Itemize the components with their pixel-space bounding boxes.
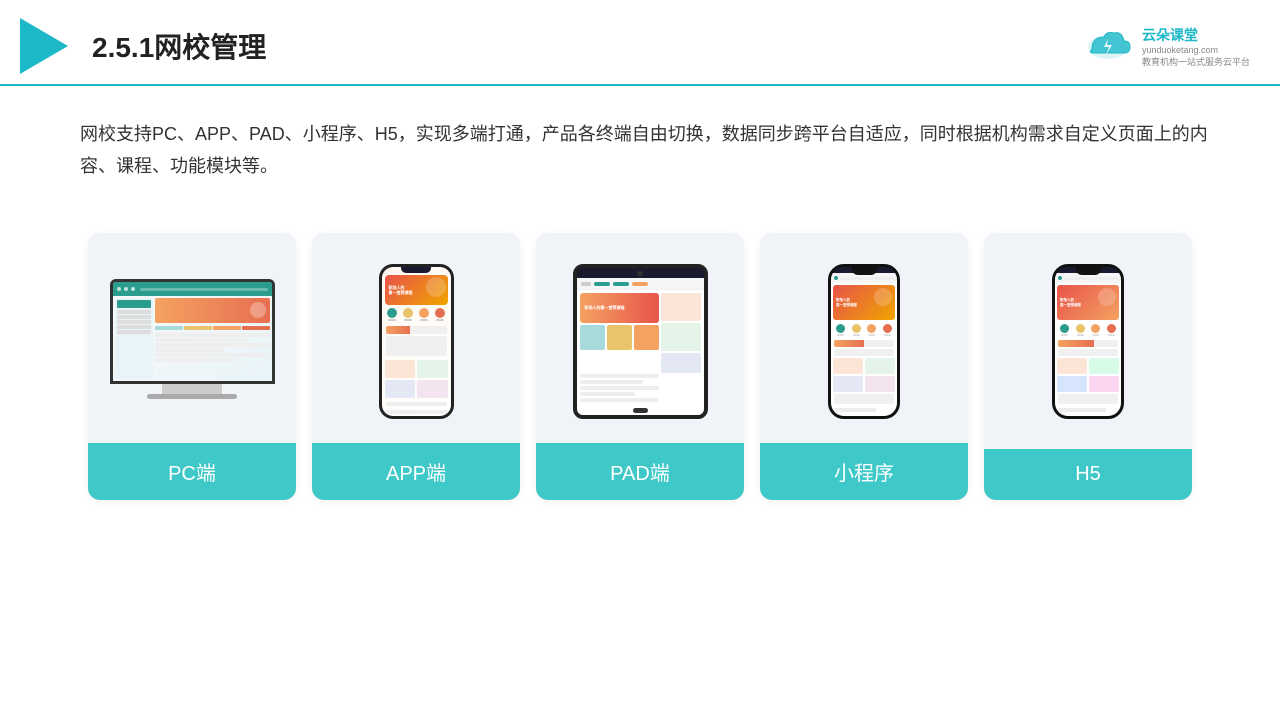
logo-icon bbox=[1082, 27, 1134, 65]
logo-english: yunduoketang.com bbox=[1142, 45, 1250, 55]
card-miniprogram: 职场人的第一堂预课程 bbox=[760, 233, 968, 500]
card-pad: 职场人的第一堂预课程 bbox=[536, 233, 744, 500]
card-pc: PC端 bbox=[88, 233, 296, 500]
card-pc-image bbox=[88, 233, 296, 443]
app-phone: 职场人的第一堂预课程 bbox=[379, 264, 454, 419]
card-miniprogram-label: 小程序 bbox=[760, 443, 968, 500]
pc-monitor bbox=[110, 279, 275, 404]
monitor-screen bbox=[110, 279, 275, 384]
description: 网校支持PC、APP、PAD、小程序、H5，实现多端打通，产品各终端自由切换，数… bbox=[0, 86, 1280, 203]
logo: 云朵课堂 yunduoketang.com 教育机构一站式服务云平台 bbox=[1082, 25, 1250, 68]
logo-chinese: 云朵课堂 bbox=[1142, 25, 1250, 45]
card-h5-image: 职场人的第一堂预课程 bbox=[984, 233, 1192, 443]
card-pad-label: PAD端 bbox=[536, 443, 744, 500]
card-pad-image: 职场人的第一堂预课程 bbox=[536, 233, 744, 443]
miniprogram-phone: 职场人的第一堂预课程 bbox=[828, 264, 900, 419]
card-pc-label: PC端 bbox=[88, 443, 296, 500]
card-h5: 职场人的第一堂预课程 bbox=[984, 233, 1192, 500]
cards-container: PC端 职场人的第一堂预课程 bbox=[0, 213, 1280, 530]
logo-name: 云朵课堂 yunduoketang.com 教育机构一站式服务云平台 bbox=[1142, 25, 1250, 68]
h5-phone: 职场人的第一堂预课程 bbox=[1052, 264, 1124, 419]
page-title: 2.5.1网校管理 bbox=[92, 26, 266, 66]
play-icon bbox=[20, 18, 68, 74]
logo-slogan: 教育机构一站式服务云平台 bbox=[1142, 55, 1250, 68]
description-text: 网校支持PC、APP、PAD、小程序、H5，实现多端打通，产品各终端自由切换，数… bbox=[80, 118, 1210, 183]
card-app-image: 职场人的第一堂预课程 bbox=[312, 233, 520, 443]
card-h5-label: H5 bbox=[984, 449, 1192, 500]
pad-tablet: 职场人的第一堂预课程 bbox=[573, 264, 708, 419]
header-left: 2.5.1网校管理 bbox=[20, 18, 266, 74]
header: 2.5.1网校管理 云朵课堂 yunduoketang.com 教育机构一站式服… bbox=[0, 0, 1280, 86]
card-app: 职场人的第一堂预课程 bbox=[312, 233, 520, 500]
card-miniprogram-image: 职场人的第一堂预课程 bbox=[760, 233, 968, 443]
card-app-label: APP端 bbox=[312, 443, 520, 500]
